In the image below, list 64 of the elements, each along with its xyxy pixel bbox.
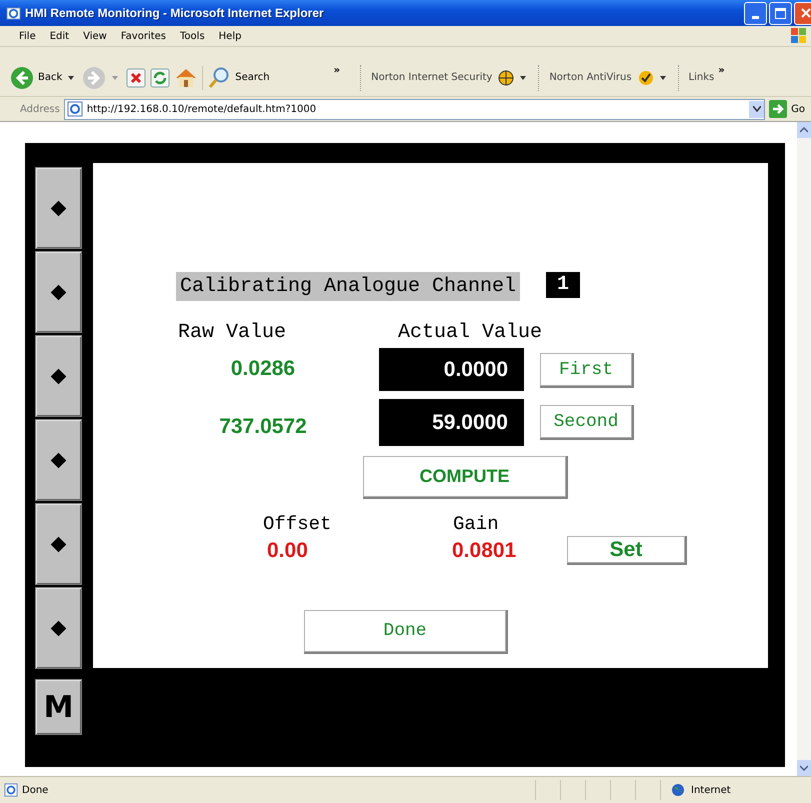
menu-item[interactable]: File — [14, 30, 41, 42]
menu-item[interactable]: Edit — [44, 30, 74, 42]
point-button[interactable]: First — [540, 353, 632, 386]
gain-value: 0.0801 — [452, 539, 516, 563]
go-button[interactable]: Go — [769, 100, 805, 118]
globe-icon — [498, 70, 514, 86]
caret-icon[interactable] — [520, 76, 526, 80]
address-field[interactable]: http://192.168.0.10/remote/default.htm?1000 — [64, 98, 766, 120]
windows-logo-icon — [789, 26, 809, 46]
more-button[interactable]: » — [718, 65, 725, 76]
close-button[interactable] — [794, 2, 811, 24]
menu-item[interactable]: Help — [214, 30, 246, 42]
offset-label: Offset — [263, 513, 332, 535]
compute-button[interactable]: COMPUTE — [363, 456, 566, 497]
caret-icon[interactable] — [660, 76, 666, 80]
check-icon — [638, 70, 654, 86]
column-heading: Raw Value — [178, 321, 286, 344]
back-button[interactable]: Back — [10, 66, 62, 90]
address-label: Address — [20, 104, 60, 114]
status-text: Done — [4, 783, 48, 797]
maximize-button[interactable] — [769, 2, 792, 24]
caret-icon[interactable] — [68, 76, 74, 80]
raw-value: 0.0286 — [230, 357, 296, 381]
diamond-button[interactable] — [35, 335, 82, 417]
offset-value: 0.00 — [267, 539, 308, 563]
window-title: HMI Remote Monitoring - Microsoft Internet Explorer — [25, 6, 324, 20]
diamond-button[interactable] — [35, 503, 82, 585]
menu-item[interactable]: Tools — [175, 30, 210, 42]
minimize-button[interactable] — [744, 2, 767, 24]
norton-antivirus-button[interactable]: Norton AntiVirus — [549, 70, 654, 86]
diamond-button[interactable] — [35, 587, 82, 669]
search-icon — [207, 66, 232, 90]
diamond-button[interactable] — [35, 167, 82, 249]
stop-button[interactable] — [126, 68, 146, 88]
close-icon — [800, 8, 810, 18]
raw-value: 737.0572 — [218, 415, 308, 439]
links-button[interactable]: Links — [688, 72, 714, 83]
page-icon — [4, 783, 18, 797]
security-zone: Internet — [660, 780, 811, 800]
scroll-down-icon[interactable] — [800, 765, 808, 771]
set-button[interactable]: Set — [567, 536, 685, 563]
point-button[interactable]: Second — [540, 405, 632, 438]
page-icon — [66, 101, 83, 117]
done-button[interactable]: Done — [304, 610, 506, 652]
diamond-button[interactable] — [35, 419, 82, 501]
screen-title: Calibrating Analogue Channel — [176, 272, 520, 301]
scroll-up-icon[interactable] — [800, 127, 808, 133]
menu-item[interactable]: View — [78, 30, 112, 42]
channel-number: 1 — [546, 272, 580, 298]
diamond-button[interactable] — [35, 251, 82, 333]
norton-security-button[interactable]: Norton Internet Security — [371, 70, 514, 86]
gain-label: Gain — [453, 513, 499, 535]
menu-button[interactable]: M — [35, 679, 82, 735]
more-button[interactable]: » — [334, 65, 340, 76]
actual-value-field[interactable]: 0.0000 — [379, 348, 524, 391]
browser-icon — [6, 6, 21, 20]
globe-icon — [671, 783, 685, 797]
dropdown-icon[interactable] — [752, 106, 761, 112]
search-button[interactable]: Search — [207, 66, 270, 90]
scrollbar[interactable] — [797, 122, 811, 776]
menu-item[interactable]: Favorites — [116, 30, 172, 42]
actual-value-field[interactable]: 59.0000 — [379, 399, 524, 446]
refresh-button[interactable] — [150, 68, 170, 88]
column-heading: Actual Value — [398, 321, 542, 344]
